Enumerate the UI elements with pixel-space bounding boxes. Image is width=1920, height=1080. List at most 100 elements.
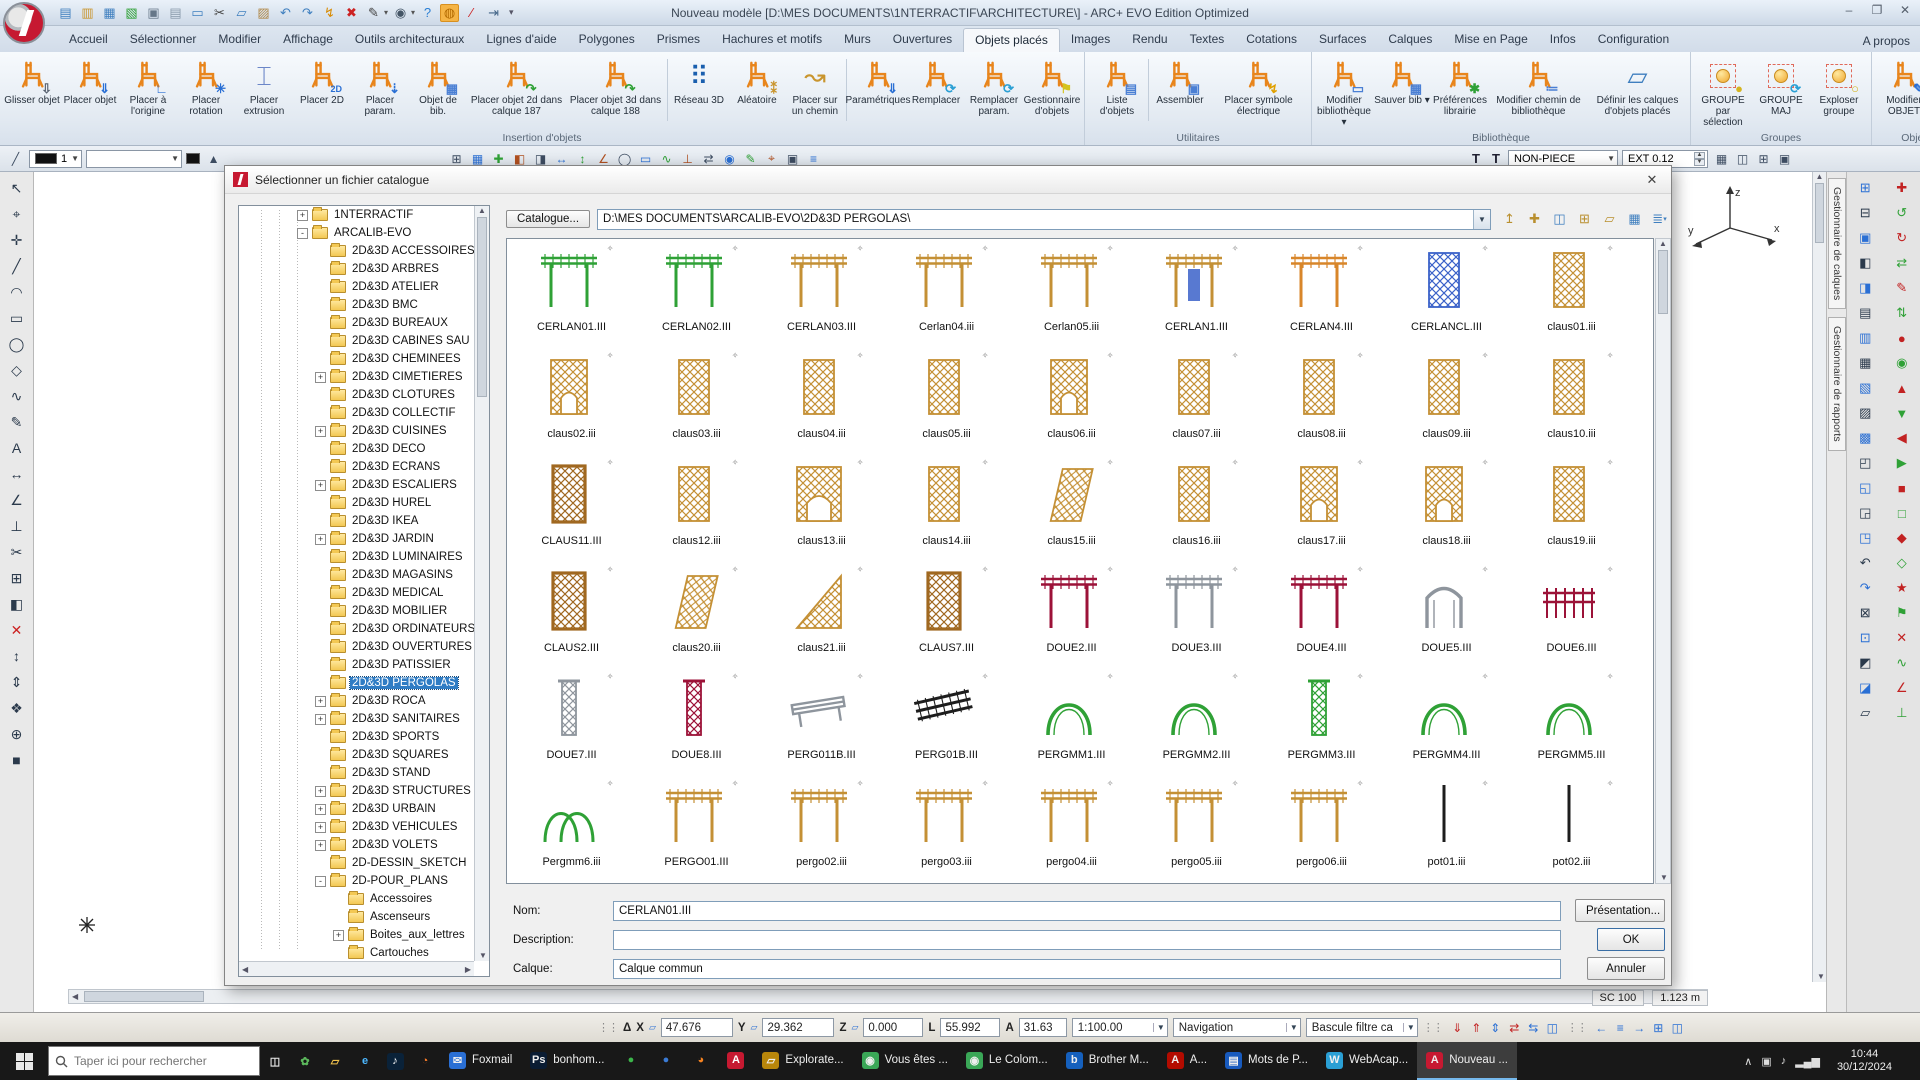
expand-icon[interactable]: +	[315, 480, 326, 491]
taskbar-search[interactable]	[48, 1046, 260, 1076]
catalog-item-claus03-iii[interactable]: ✧claus03.iii	[634, 348, 759, 455]
taskbar-window-brother-m[interactable]: bBrother M...	[1057, 1042, 1158, 1080]
expand-icon[interactable]: +	[315, 534, 326, 545]
ribbon-button-placer-sur-un-chemin[interactable]: ↝Placer sur un chemin	[786, 55, 844, 119]
catalog-item-claus04-iii[interactable]: ✧claus04.iii	[759, 348, 884, 455]
tree-item-2d-3d-ikea[interactable]: +2D&3D IKEA	[239, 512, 489, 530]
stop-hand-icon[interactable]: ✖	[342, 4, 361, 22]
dialog-title-bar[interactable]: Sélectionner un fichier catalogue ✕	[225, 166, 1671, 194]
app-green-icon[interactable]: ●	[613, 1042, 648, 1080]
right-tool-icon[interactable]: ◨	[1853, 276, 1877, 300]
linetype-combo[interactable]: ▼	[86, 150, 182, 168]
statusbar-tool-icon[interactable]: ≡	[1611, 1021, 1630, 1035]
catalog-item-claus06-iii[interactable]: ✧claus06.iii	[1009, 348, 1134, 455]
ribbon-button-pr-f-rences-librairie[interactable]: ✱Préférences librairie	[1431, 55, 1489, 119]
grid-vertical-scrollbar[interactable]: ▲▼	[1655, 238, 1671, 884]
tab-accueil[interactable]: Accueil	[58, 28, 119, 52]
catalog-item-pergo02-iii[interactable]: ✧pergo02.iii	[759, 776, 884, 883]
tree-item-2d-3d-urbain[interactable]: +2D&3D URBAIN	[239, 800, 489, 818]
taskbar-window-a[interactable]: AA...	[1158, 1042, 1216, 1080]
left-tool-icon[interactable]: ◇	[5, 358, 29, 382]
left-tool-icon[interactable]: ✎	[5, 410, 29, 434]
statusbar-tool-icon[interactable]: ⇄	[1505, 1021, 1524, 1035]
right-tool-icon[interactable]: ▣	[1853, 226, 1877, 250]
ribbon-button-assembler[interactable]: ▣Assembler	[1151, 55, 1209, 108]
line-style-icon[interactable]: ╱	[6, 150, 25, 168]
right-tool-icon[interactable]: ↻	[1890, 226, 1914, 250]
spinner[interactable]: ▲▼	[1694, 152, 1705, 166]
tree-item-2d-3d-escaliers[interactable]: +2D&3D ESCALIERS	[239, 476, 489, 494]
statusbar-tool-icon[interactable]: ⇆	[1524, 1021, 1543, 1035]
amazon-music-icon[interactable]: ♪	[380, 1042, 410, 1080]
right-tool-icon[interactable]: ◰	[1853, 451, 1877, 475]
catalogue-path-input[interactable]	[598, 213, 1473, 225]
catalog-item-claus11-iii[interactable]: ✧CLAUS11.III	[509, 455, 634, 562]
ribbon-button-objet-de-bib[interactable]: ▦Objet de bib.	[409, 55, 467, 119]
catalog-item-pergmm2-iii[interactable]: ✧PERGMM2.III	[1134, 669, 1259, 776]
piece-tool-icon[interactable]: ▦	[1712, 150, 1731, 168]
left-tool-icon[interactable]: ⊕	[5, 722, 29, 746]
right-tool-icon[interactable]: ◇	[1890, 551, 1914, 575]
catalog-item-pergo03-iii[interactable]: ✧pergo03.iii	[884, 776, 1009, 883]
ribbon-button-placer-l-origine[interactable]: ∟Placer à l'origine	[119, 55, 177, 119]
tree-item-2d-3d-accessoires[interactable]: +2D&3D ACCESSOIRES	[239, 242, 489, 260]
tree-item-2d-3d-mobilier[interactable]: +2D&3D MOBILIER	[239, 602, 489, 620]
undo-icon[interactable]: ↶	[276, 4, 295, 22]
cut-icon[interactable]: ✂	[210, 4, 229, 22]
ribbon-button-glisser-objet[interactable]: ⇩Glisser objet	[3, 55, 61, 108]
catalog-item-pergmm6-iii[interactable]: ✧Pergmm6.iii	[509, 776, 634, 883]
right-tool-icon[interactable]: ▶	[1890, 451, 1914, 475]
catalog-item-claus09-iii[interactable]: ✧claus09.iii	[1384, 348, 1509, 455]
tree-item-2d-3d-bmc[interactable]: +2D&3D BMC	[239, 296, 489, 314]
folder-tree-icon[interactable]: ⊞	[1573, 209, 1596, 229]
right-tool-icon[interactable]: ⊥	[1890, 701, 1914, 725]
open-file-icon[interactable]: ▥	[78, 4, 97, 22]
ribbon-button-modifier-objet[interactable]: ✎Modifier OBJET	[1875, 55, 1920, 119]
visibility-dropdown-icon[interactable]: ◉	[391, 4, 410, 22]
catalog-item-cerlan05-iii[interactable]: ✧Cerlan05.iii	[1009, 241, 1134, 348]
left-tool-icon[interactable]: ⊞	[5, 566, 29, 590]
tree-item-2d-3d-sanitaires[interactable]: +2D&3D SANITAIRES	[239, 710, 489, 728]
tab-a-propos[interactable]: A propos	[1863, 34, 1910, 48]
tray-app-icon[interactable]: ▣	[1761, 1055, 1771, 1068]
firefox-icon[interactable]: ◔	[410, 1042, 440, 1080]
triangle-tool-icon[interactable]: ▲	[204, 150, 223, 168]
menu-view-icon[interactable]: ≣▾	[1648, 209, 1671, 229]
ribbon-button-placer-extrusion[interactable]: ⌶Placer extrusion	[235, 55, 293, 119]
expand-icon[interactable]: +	[315, 804, 326, 815]
catalog-item-claus07-iii[interactable]: ✧claus07.iii	[1134, 348, 1259, 455]
tree-item-2d-3d-arbres[interactable]: +2D&3D ARBRES	[239, 260, 489, 278]
right-tool-icon[interactable]: ▨	[1853, 401, 1877, 425]
canvas-vertical-scrollbar[interactable]: ▲▼	[1812, 172, 1826, 982]
tab-lignes-d-aide[interactable]: Lignes d'aide	[475, 28, 567, 52]
right-tool-icon[interactable]: ∿	[1890, 651, 1914, 675]
right-tool-icon[interactable]: ◲	[1853, 501, 1877, 525]
arcplus-icon[interactable]: A	[718, 1042, 753, 1080]
expand-icon[interactable]: +	[315, 714, 326, 725]
l-field[interactable]: 55.992	[940, 1018, 1000, 1037]
tree-item-2d-3d-luminaires[interactable]: +2D&3D LUMINAIRES	[239, 548, 489, 566]
ribbon-button-gestionnaire-d-objets[interactable]: ⚑Gestionnaire d'objets	[1023, 55, 1081, 119]
statusbar-tool-icon[interactable]: →	[1630, 1021, 1649, 1035]
right-tool-icon[interactable]: ◧	[1853, 251, 1877, 275]
ribbon-button-remplacer[interactable]: ⟳Remplacer	[907, 55, 965, 108]
catalog-item-claus13-iii[interactable]: ✧claus13.iii	[759, 455, 884, 562]
ribbon-button-al-atoire[interactable]: ⁑Aléatoire	[728, 55, 786, 108]
taskbar-window-explorate[interactable]: ▱Explorate...	[753, 1042, 852, 1080]
left-tool-icon[interactable]: ∠	[5, 488, 29, 512]
z-lock-icon[interactable]: ▱	[851, 1022, 858, 1033]
right-tool-icon[interactable]: ▥	[1853, 326, 1877, 350]
tab-surfaces[interactable]: Surfaces	[1308, 28, 1377, 52]
left-tool-icon[interactable]: ⇕	[5, 670, 29, 694]
new-folder-icon[interactable]: ✚	[1523, 209, 1546, 229]
highlight-object-icon[interactable]: ◍	[440, 4, 459, 22]
x-lock-icon[interactable]: ▱	[649, 1022, 656, 1033]
expand-icon[interactable]: +	[315, 822, 326, 833]
tree-item-2d-3d-volets[interactable]: +2D&3D VOLETS	[239, 836, 489, 854]
edge-icon[interactable]: e	[350, 1042, 380, 1080]
calque-input[interactable]	[613, 959, 1561, 979]
catalog-item-doue3-iii[interactable]: ✧DOUE3.III	[1134, 562, 1259, 669]
catalog-item-pot02-iii[interactable]: ✧pot02.iii	[1509, 776, 1634, 883]
right-tool-icon[interactable]: ⊠	[1853, 601, 1877, 625]
right-tool-icon[interactable]: ✎	[1890, 276, 1914, 300]
